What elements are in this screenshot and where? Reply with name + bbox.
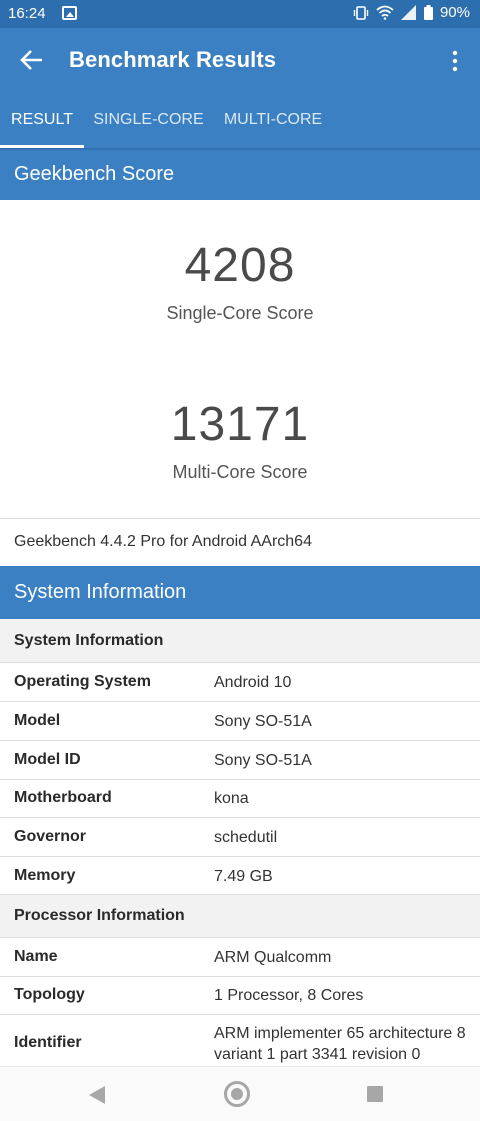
version-text: Geekbench 4.4.2 Pro for Android AArch64: [14, 533, 312, 550]
system-information-header: System Information: [0, 566, 480, 619]
battery-icon: [423, 5, 433, 20]
row-value: ARM Qualcomm: [214, 949, 332, 966]
row-key: Identifier: [14, 1034, 82, 1051]
row-key: Model ID: [14, 751, 81, 768]
table-row: Memory 7.49 GB: [0, 857, 480, 895]
row-key: Memory: [14, 867, 76, 884]
tab-single-core[interactable]: SINGLE-CORE: [84, 92, 213, 148]
row-value: Sony SO-51A: [214, 752, 312, 769]
group-label: System Information: [14, 632, 164, 649]
more-options-icon[interactable]: [450, 50, 460, 72]
divider: [0, 518, 480, 519]
nav-recents-icon[interactable]: [367, 1086, 383, 1102]
row-value-line: variant 1 part 3341 revision 0: [214, 1046, 421, 1063]
row-value: Sony SO-51A: [214, 713, 312, 730]
row-value: schedutil: [214, 829, 278, 846]
system-information-title: System Information: [14, 581, 187, 603]
vibrate-icon: [353, 5, 369, 20]
group-row-processor: Processor Information: [0, 895, 480, 938]
single-core-score: 4208: [184, 239, 296, 292]
tab-single-core-label: SINGLE-CORE: [93, 111, 204, 128]
signal-icon: [400, 5, 416, 20]
tab-bar: RESULT SINGLE-CORE MULTI-CORE: [0, 92, 480, 148]
system-nav-bar: [0, 1066, 480, 1121]
table-row: Identifier ARM implementer 65 architectu…: [0, 1015, 480, 1066]
row-key: Model: [14, 712, 61, 729]
geekbench-score-header: Geekbench Score: [0, 151, 480, 200]
table-row: Model Sony SO-51A: [0, 702, 480, 741]
row-value-line: ARM implementer 65 architecture 8: [214, 1025, 466, 1042]
table-row: Name ARM Qualcomm: [0, 938, 480, 977]
nav-home-icon[interactable]: [224, 1081, 250, 1107]
group-row-system: System Information: [0, 619, 480, 663]
row-value: 1 Processor, 8 Cores: [214, 987, 364, 1004]
row-key: Governor: [14, 828, 87, 845]
image-notification-icon: [62, 6, 77, 20]
status-bar: 16:24 90%: [0, 0, 480, 28]
back-arrow-icon[interactable]: [18, 48, 46, 72]
geekbench-score-title: Geekbench Score: [14, 163, 175, 185]
status-time: 16:24: [8, 5, 46, 22]
score-panel: 4208 Single-Core Score 13171 Multi-Core …: [0, 200, 480, 518]
app-bar: Benchmark Results: [0, 28, 480, 92]
row-value: kona: [214, 790, 249, 807]
status-icons: 90%: [353, 4, 470, 21]
multi-core-score: 13171: [170, 398, 310, 451]
table-row: Governor schedutil: [0, 818, 480, 857]
row-value: ARM implementer 65 architecture 8 varian…: [214, 1023, 466, 1065]
table-row: Motherboard kona: [0, 780, 480, 818]
wifi-icon: [376, 5, 394, 20]
row-key: Name: [14, 948, 58, 965]
row-key: Operating System: [14, 673, 151, 690]
tab-result-label: RESULT: [11, 111, 73, 128]
row-key: Motherboard: [14, 789, 112, 806]
row-value: 7.49 GB: [214, 868, 273, 885]
battery-percent: 90%: [439, 4, 470, 21]
page-title: Benchmark Results: [69, 47, 277, 72]
nav-back-icon[interactable]: [89, 1086, 105, 1104]
tab-multi-core[interactable]: MULTI-CORE: [213, 92, 333, 148]
row-value: Android 10: [214, 674, 292, 691]
table-row: Operating System Android 10: [0, 663, 480, 702]
row-key: Topology: [14, 986, 85, 1003]
table-row: Model ID Sony SO-51A: [0, 741, 480, 780]
tab-result[interactable]: RESULT: [0, 92, 84, 148]
multi-core-label: Multi-Core Score: [172, 462, 308, 482]
tab-multi-core-label: MULTI-CORE: [223, 111, 323, 128]
group-label: Processor Information: [14, 907, 185, 924]
single-core-label: Single-Core Score: [166, 303, 314, 323]
table-row: Topology 1 Processor, 8 Cores: [0, 977, 480, 1015]
